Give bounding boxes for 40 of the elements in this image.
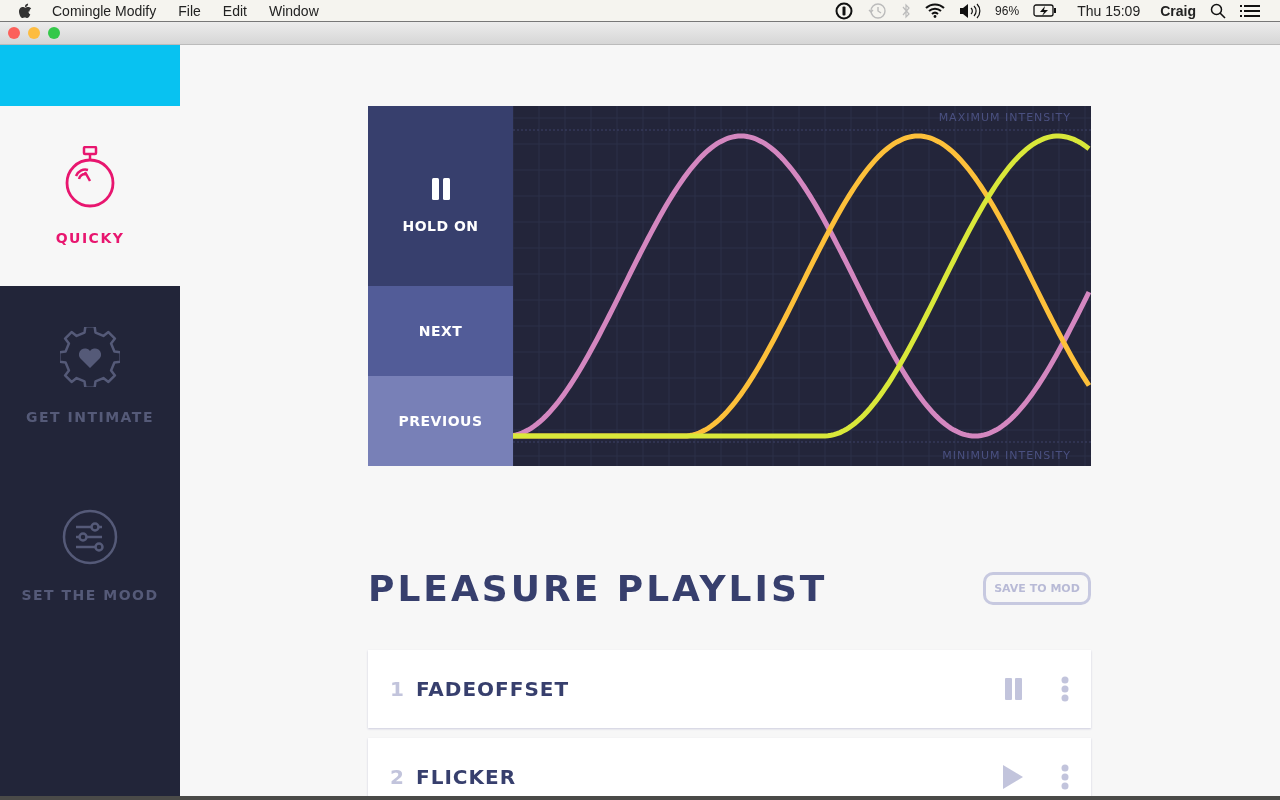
maximize-button[interactable]	[48, 27, 60, 39]
clock-history-icon[interactable]	[867, 1, 888, 20]
track-number: 2	[390, 765, 405, 789]
sliders-icon	[62, 509, 118, 565]
pause-button[interactable]: HOLD ON	[368, 106, 513, 286]
battery-percentage: 96%	[995, 3, 1020, 18]
playlist-track-row[interactable]: 2 FLICKER	[368, 738, 1091, 796]
apple-logo-icon[interactable]	[18, 2, 32, 19]
more-options-icon[interactable]	[1061, 764, 1069, 790]
play-icon[interactable]	[1003, 765, 1023, 789]
previous-button[interactable]: PREVIOUS	[368, 376, 513, 466]
app-name-menu[interactable]: Comingle Modify	[52, 2, 157, 19]
menu-item[interactable]: File	[178, 2, 201, 19]
playlist-track-row[interactable]: 1 FADEOFFSET	[368, 650, 1091, 728]
battery-charging-icon[interactable]	[1033, 4, 1058, 17]
notification-list-icon[interactable]	[1240, 3, 1260, 18]
volume-icon[interactable]	[959, 2, 982, 19]
password-manager-icon[interactable]	[835, 1, 854, 20]
minimize-button[interactable]	[28, 27, 40, 39]
more-options-icon[interactable]	[1061, 676, 1069, 702]
maximum-intensity-label: MAXIMUM INTENSITY	[938, 111, 1071, 124]
playlist-title: PLEASURE PLAYLIST	[368, 568, 828, 609]
sidebar-item[interactable]: QUICKY	[0, 106, 180, 286]
wifi-icon[interactable]	[925, 3, 946, 18]
menubar-clock[interactable]: Thu 15:09	[1077, 2, 1141, 19]
bluetooth-icon[interactable]	[901, 2, 912, 19]
pause-icon	[431, 178, 450, 200]
track-number: 1	[390, 677, 405, 701]
search-icon[interactable]	[1210, 2, 1226, 19]
pause-icon[interactable]	[1005, 678, 1023, 700]
minimum-intensity-label: MINIMUM INTENSITY	[942, 449, 1071, 462]
menu-item[interactable]: Window	[268, 2, 319, 19]
next-button[interactable]: NEXT	[368, 286, 513, 376]
close-button[interactable]	[8, 27, 20, 39]
menu-item[interactable]: Edit	[222, 2, 247, 19]
user-name-menu[interactable]: Craig	[1160, 2, 1196, 19]
track-name: FADEOFFSET	[416, 677, 571, 701]
track-name: FLICKER	[416, 765, 518, 789]
gear-heart-icon	[60, 327, 120, 387]
stopwatch-icon	[63, 146, 117, 208]
